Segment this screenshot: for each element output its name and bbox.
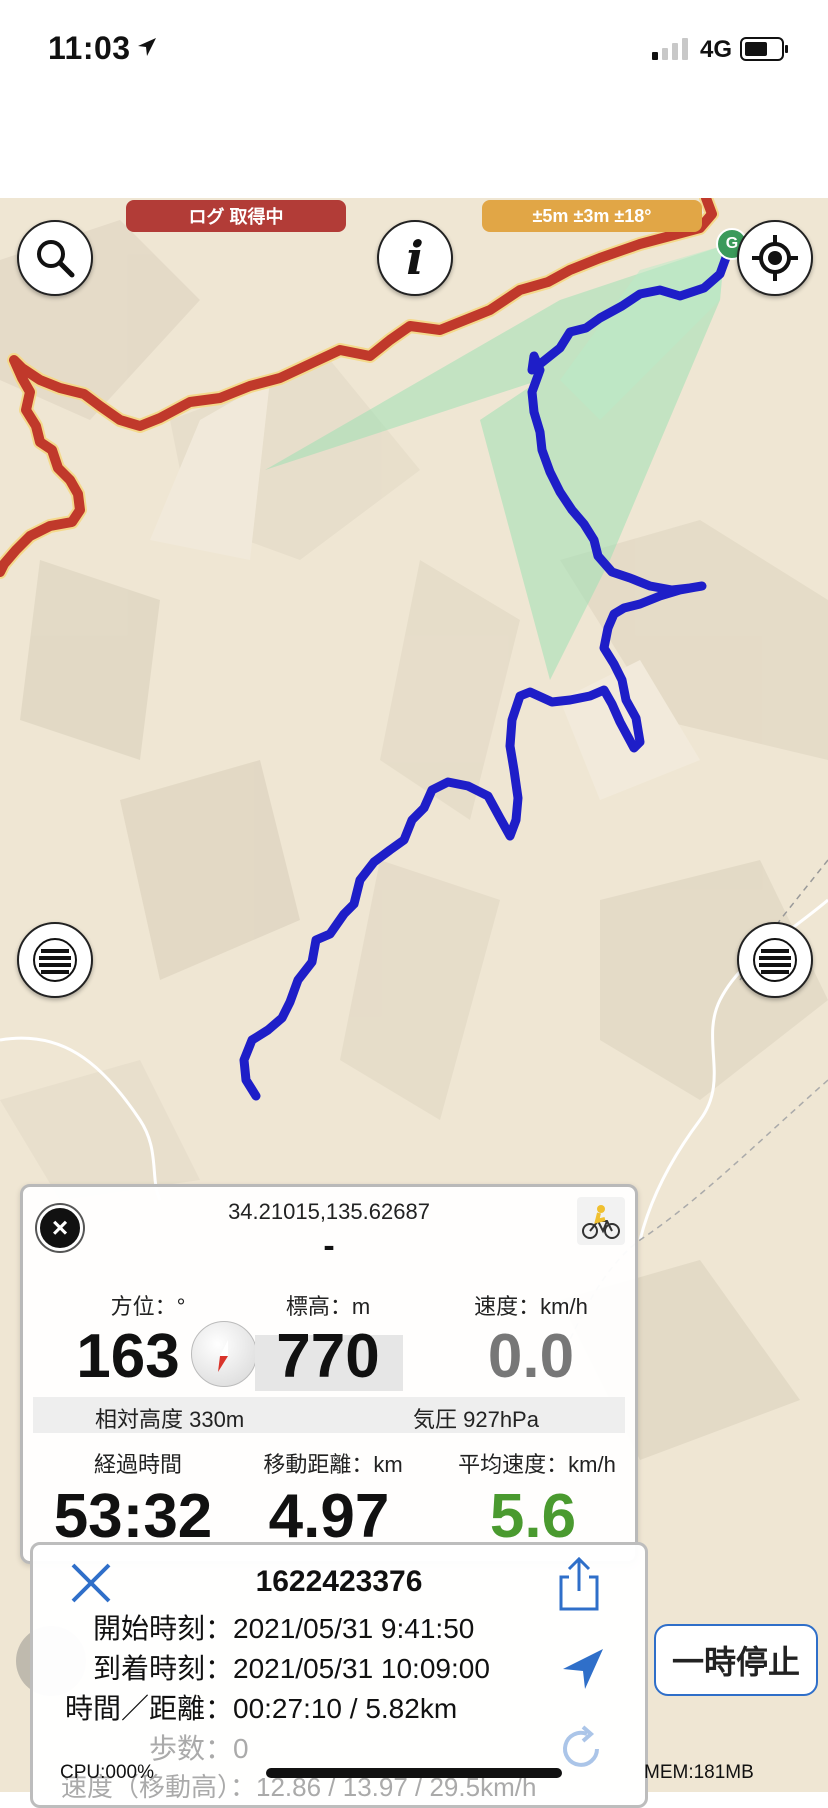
crosshair-icon [752, 235, 798, 281]
altitude-label: 標高：m [285, 1294, 371, 1319]
steps-key: 歩数： [148, 1733, 233, 1764]
bearing-value: 163 [76, 1322, 180, 1391]
network-type: 4G [700, 36, 733, 63]
gps-data-panel: × 34.21015,135.62687 - 方位：° 標高：m 速度：km/h… [20, 1184, 638, 1564]
refresh-icon[interactable] [557, 1725, 605, 1773]
menu-button-right[interactable] [737, 922, 813, 998]
menu-icon [753, 938, 797, 982]
info-icon: i [406, 231, 424, 285]
speed-value: 0.0 [487, 1322, 575, 1391]
status-bar: 11:03 4G [0, 0, 828, 198]
compass-icon [191, 1321, 257, 1387]
time-distance-key: 時間／距離： [64, 1693, 233, 1724]
log-status-badge: ログ 取得中 [126, 200, 346, 232]
menu-icon [33, 938, 77, 982]
sub-info-band: 相対高度 330m 気圧 927hPa [33, 1397, 625, 1433]
cyclist-icon [582, 1205, 620, 1239]
location-arrow-icon [138, 38, 156, 56]
activity-mode-button[interactable] [577, 1197, 625, 1245]
arrival-time-row: 到着時刻：2021/05/31 10:09:00 [53, 1647, 490, 1687]
steps-row: 歩数：0 [53, 1727, 249, 1767]
arrival-time-value: 2021/05/31 10:09:00 [233, 1653, 490, 1684]
current-location-button[interactable] [737, 220, 813, 296]
signal-icon [652, 36, 688, 60]
start-time-row: 開始時刻：2021/05/31 9:41:50 [53, 1607, 474, 1647]
speed-label: 速度：km/h [474, 1294, 588, 1319]
altitude-value: 770 [276, 1322, 380, 1391]
avg-speed-label: 平均速度：km/h [458, 1452, 616, 1477]
pause-button[interactable]: 一時停止 [654, 1624, 818, 1696]
start-time-key: 開始時刻： [92, 1613, 233, 1644]
place-name: - [323, 1227, 335, 1265]
status-time: 11:03 [48, 30, 131, 66]
bearing-label: 方位：° [110, 1294, 186, 1319]
battery-icon [740, 37, 788, 61]
accuracy-badge: ±5m ±3m ±18° [482, 200, 702, 232]
search-icon [37, 240, 75, 278]
cpu-usage: CPU:000% [60, 1762, 154, 1783]
distance-label: 移動距離：km [263, 1452, 403, 1477]
air-pressure: 気圧 927hPa [413, 1407, 539, 1432]
info-button[interactable]: i [377, 220, 453, 296]
navigate-arrow-icon[interactable] [561, 1647, 605, 1691]
search-button[interactable] [17, 220, 93, 296]
time-distance-row: 時間／距離：00:27:10 / 5.82km [53, 1687, 457, 1727]
elapsed-label: 経過時間 [93, 1452, 182, 1477]
log-id: 1622423376 [255, 1565, 423, 1598]
coordinates: 34.21015,135.62687 [228, 1199, 430, 1224]
arrival-time-key: 到着時刻： [92, 1653, 233, 1684]
relative-altitude: 相対高度 330m [95, 1407, 245, 1432]
memory-usage: MEM:181MB [644, 1762, 754, 1783]
start-time-value: 2021/05/31 9:41:50 [233, 1613, 475, 1644]
home-indicator[interactable] [266, 1768, 562, 1778]
menu-button-left[interactable] [17, 922, 93, 998]
steps-value: 0 [233, 1733, 249, 1764]
share-icon[interactable] [555, 1555, 603, 1613]
time-distance-value: 00:27:10 / 5.82km [233, 1693, 458, 1724]
